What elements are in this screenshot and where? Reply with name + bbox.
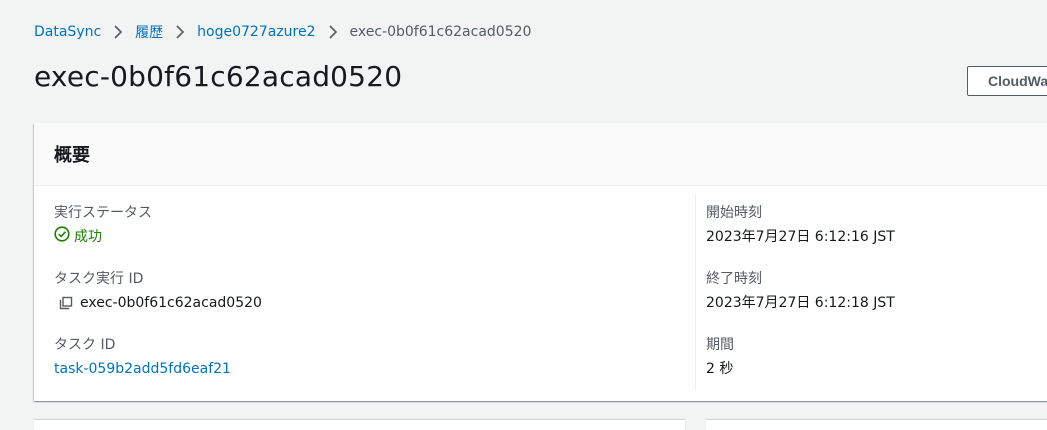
lower-panel-left [34,420,685,430]
status-value: 成功 [74,229,102,245]
cloudwatch-button[interactable]: CloudWatch [967,66,1047,96]
start-time-value: 2023年7月27日 6:12:16 JST [706,229,895,245]
end-time-value: 2023年7月27日 6:12:18 JST [706,295,895,311]
copy-icon[interactable] [58,295,74,311]
start-time-field: 開始時刻 2023年7月27日 6:12:16 JST [706,203,895,247]
chevron-right-icon [107,25,129,39]
status-label: 実行ステータス [54,205,152,221]
breadcrumb-current: exec-0b0f61c62acad0520 [349,24,532,40]
exec-id-row: exec-0b0f61c62acad0520 [54,293,262,313]
status-badge: 成功 [54,226,152,248]
lower-panels [34,420,1047,430]
task-id-label: タスク ID [54,337,116,353]
duration-label: 期間 [706,337,734,353]
chevron-right-icon [169,25,191,39]
exec-id-value: exec-0b0f61c62acad0520 [80,295,262,311]
start-time-label: 開始時刻 [706,205,762,221]
status-field: 実行ステータス 成功 [54,203,152,247]
breadcrumb-task[interactable]: hoge0727azure2 [197,24,315,40]
lower-panel-right [706,420,1047,430]
column-divider [695,195,696,390]
duration-value: 2 秒 [706,361,734,377]
breadcrumb-history[interactable]: 履歴 [135,22,163,42]
task-id-link[interactable]: task-059b2add5fd6eaf21 [54,359,231,379]
exec-id-label: タスク実行 ID [54,271,144,287]
breadcrumb: DataSync 履歴 hoge0727azure2 exec-0b0f61c6… [34,22,531,42]
summary-panel: 概要 実行ステータス 成功 タスク実行 ID exec-0b0f61c62aca… [34,123,1047,401]
chevron-right-icon [322,25,344,39]
task-id-field: タスク ID task-059b2add5fd6eaf21 [54,335,231,379]
duration-field: 期間 2 秒 [706,335,734,379]
task-id-row: task-059b2add5fd6eaf21 [54,359,231,379]
summary-panel-header: 概要 [34,123,1047,186]
end-time-label: 終了時刻 [706,271,762,287]
breadcrumb-datasync[interactable]: DataSync [34,24,101,40]
page-title: exec-0b0f61c62acad0520 [34,60,403,93]
success-check-circle-icon [54,226,70,248]
summary-title: 概要 [54,145,90,166]
end-time-field: 終了時刻 2023年7月27日 6:12:18 JST [706,269,895,313]
exec-id-field: タスク実行 ID exec-0b0f61c62acad0520 [54,269,262,313]
